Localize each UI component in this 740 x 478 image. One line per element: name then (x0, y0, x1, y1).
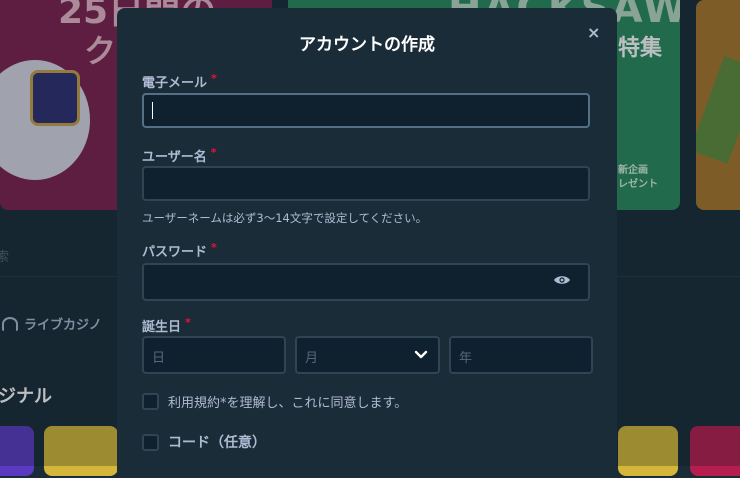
email-label: 電子メール * (142, 72, 217, 91)
required-mark: * (210, 146, 217, 159)
terms-checkbox[interactable] (142, 393, 159, 410)
username-label: ユーザー名 * (142, 146, 217, 165)
password-input[interactable] (144, 265, 588, 299)
password-label: パスワード * (142, 241, 217, 260)
year-placeholder: 年 (459, 351, 473, 366)
code-label[interactable]: コード（任意） (168, 432, 266, 452)
birthday-year-field[interactable]: 年 (449, 336, 593, 374)
password-field[interactable] (142, 263, 590, 301)
birthday-label: 誕生日 * (142, 316, 191, 335)
code-checkbox[interactable] (142, 433, 159, 451)
email-field[interactable] (142, 93, 590, 128)
close-button[interactable]: × (587, 23, 600, 42)
day-placeholder: 日 (152, 351, 166, 366)
create-account-modal: アカウントの作成 × 電子メール * ユーザー名 * ユーザーネームは必ず3～14文… (117, 8, 617, 478)
terms-label[interactable]: 利用規約*を理解し、これに同意します。 (168, 392, 407, 411)
code-row: コード（任意） (142, 432, 266, 452)
chevron-down-icon (414, 350, 428, 359)
username-input[interactable] (144, 168, 588, 199)
username-field[interactable] (142, 166, 590, 201)
birthday-day-field[interactable]: 日 (142, 336, 286, 374)
eye-icon[interactable] (554, 275, 570, 285)
text-cursor (152, 102, 153, 119)
terms-row: 利用規約*を理解し、これに同意します。 (142, 392, 407, 411)
month-placeholder: 月 (305, 351, 319, 366)
username-hint: ユーザーネームは必ず3～14文字で設定してください。 (142, 211, 428, 225)
required-mark: * (185, 316, 191, 329)
birthday-month-select[interactable]: 月 (295, 336, 440, 374)
required-mark: * (211, 72, 217, 85)
required-mark: * (211, 241, 217, 254)
email-input[interactable] (144, 95, 588, 126)
modal-title: アカウントの作成 (299, 35, 435, 55)
